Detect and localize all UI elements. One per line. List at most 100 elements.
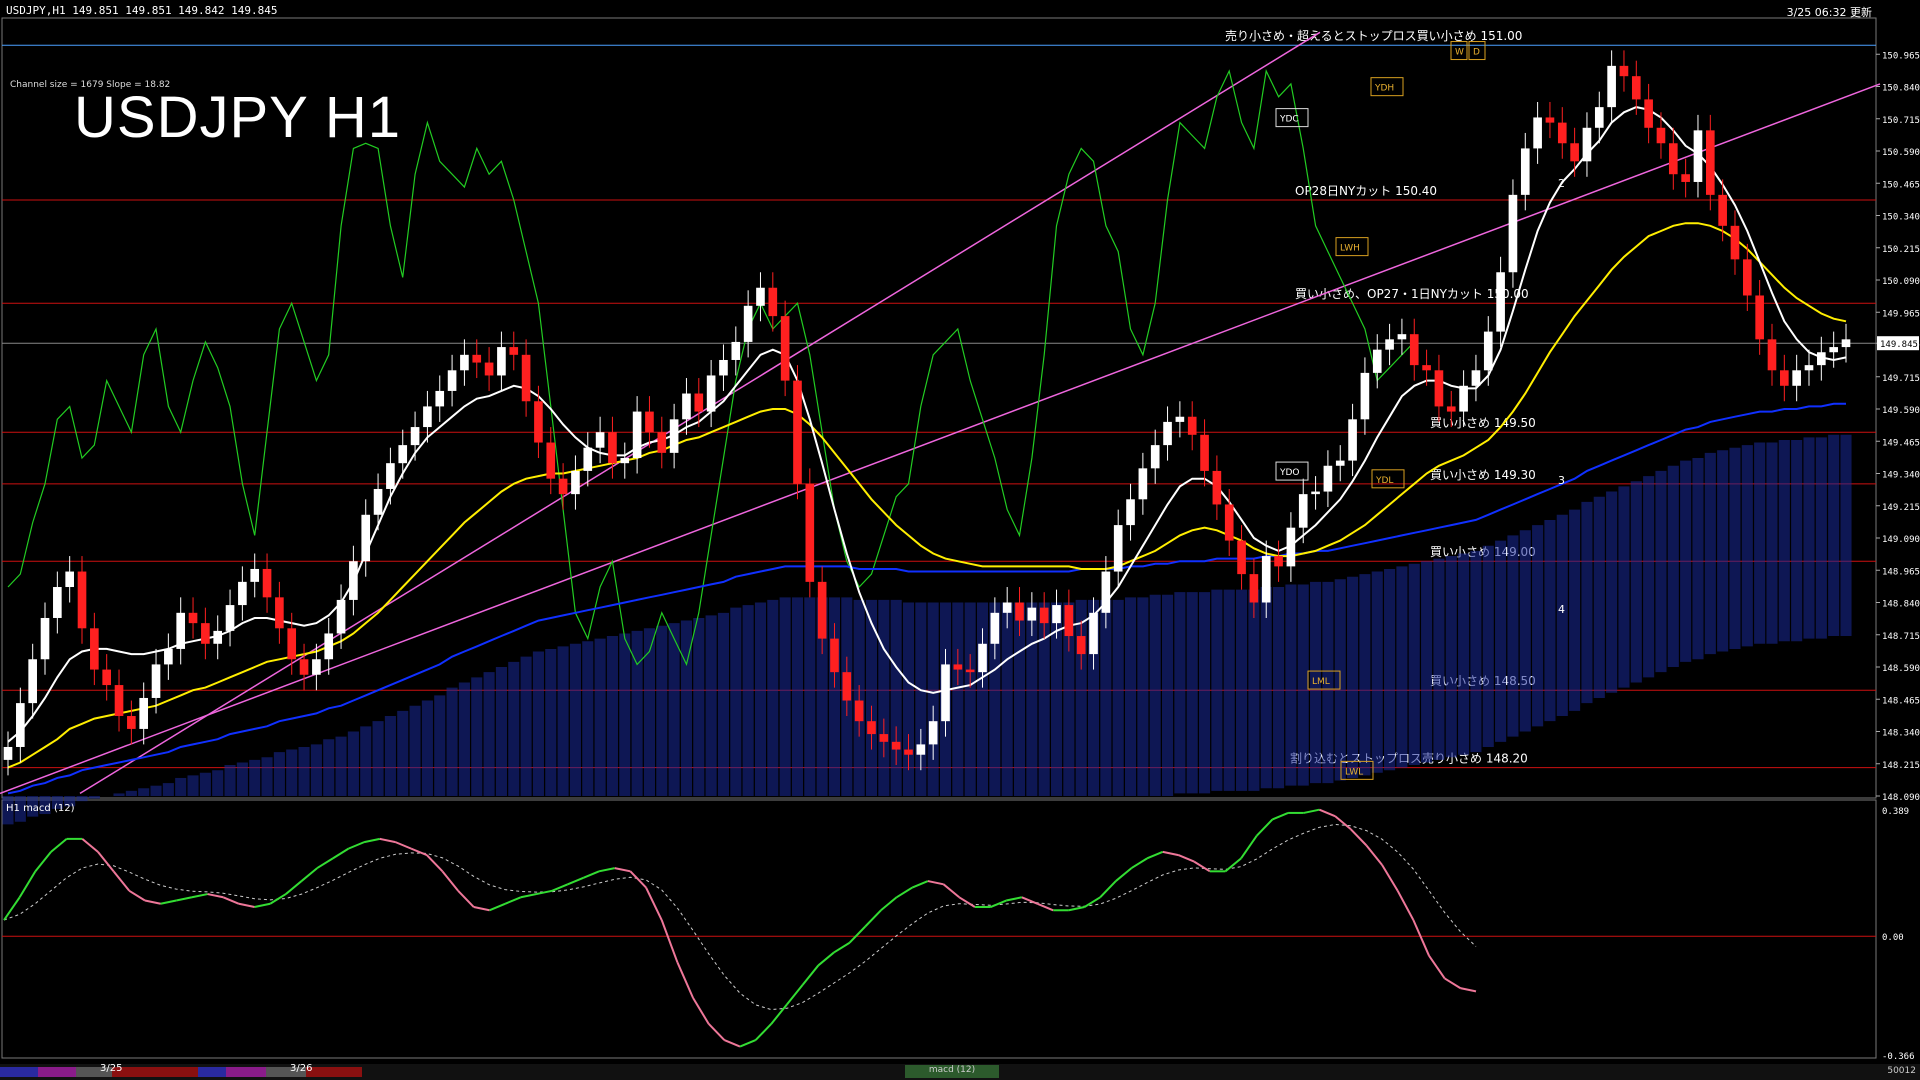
candle-body	[891, 741, 901, 750]
macd-segment	[112, 870, 131, 892]
candle-body	[275, 597, 284, 629]
indicator-tab[interactable]: macd (12)	[905, 1065, 999, 1078]
candle-body	[1335, 460, 1345, 466]
candle-body	[1557, 122, 1567, 144]
candle-body	[682, 393, 691, 420]
level-box-label: LWH	[1340, 244, 1360, 254]
price-tick-label: 148.590	[1882, 664, 1920, 674]
date-label-2: 3/26	[290, 1063, 313, 1074]
candle-body	[916, 744, 926, 755]
candle-body	[904, 749, 913, 755]
chart-canvas: 150.965 150.840 150.715 150.590 150.465 150.3…	[0, 17, 1920, 1062]
macd-segment	[1099, 880, 1117, 898]
candle-body	[879, 734, 889, 742]
price-tick-label: 150.840	[1882, 84, 1920, 94]
candle-body	[1817, 352, 1826, 366]
macd-segment	[927, 880, 944, 886]
macd-segment	[1412, 919, 1430, 957]
candle-body	[534, 401, 543, 443]
candle-body	[1064, 605, 1074, 637]
candle-body	[1829, 347, 1838, 353]
price-level-label: OP28日NYカット 150.40	[1295, 184, 1437, 198]
candle-body	[472, 354, 482, 363]
price-tick-label: 150.715	[1882, 116, 1920, 126]
price-tick-label: 150.965	[1882, 51, 1920, 61]
candle-body	[743, 305, 753, 342]
macd-segment	[520, 893, 537, 899]
macd-segment	[238, 902, 255, 909]
price-tick-label: 149.215	[1882, 503, 1920, 513]
price-tick-label: 148.965	[1882, 567, 1920, 577]
candle-body	[1594, 107, 1604, 128]
price-tick-label: 148.090	[1882, 793, 1920, 803]
candle-body	[1668, 143, 1678, 175]
candle-body	[460, 354, 469, 371]
candle-body	[1187, 416, 1197, 435]
level-box: YDL	[1371, 469, 1405, 489]
ichimoku-cloud	[2, 434, 1852, 825]
macd-segment	[911, 880, 929, 889]
candle-body	[176, 612, 186, 649]
candle-body	[1360, 372, 1370, 420]
macd-segment	[1068, 906, 1085, 912]
macd-segment	[176, 896, 193, 902]
level-box: W	[1450, 41, 1468, 61]
macd-segment	[34, 851, 52, 872]
candle-body	[830, 638, 839, 673]
macd-segment	[896, 886, 913, 899]
macd-segment	[1006, 896, 1023, 902]
macd-segment	[426, 854, 444, 873]
price-tick-label: 149.090	[1882, 535, 1920, 545]
candle-body	[423, 406, 432, 428]
candle-body	[1200, 434, 1209, 471]
macd-segment	[567, 876, 584, 886]
candle-body	[28, 659, 37, 704]
symbol-info: USDJPY,H1 149.851 149.851 149.842 149.84…	[6, 4, 278, 17]
candle-body	[608, 432, 617, 464]
date-label-1: 3/25	[100, 1063, 123, 1074]
candle-body	[1372, 349, 1382, 373]
candle-body	[657, 432, 667, 453]
candle-body	[1101, 571, 1111, 613]
candle-body	[1397, 334, 1407, 340]
candle-body	[1113, 525, 1123, 572]
macd-segment	[1115, 867, 1133, 882]
candle-body	[509, 347, 519, 355]
level-box: D	[1468, 41, 1486, 61]
candle-body	[1286, 527, 1296, 567]
macd-segment	[598, 867, 615, 873]
level-box-label: W	[1455, 48, 1464, 58]
level-box: YDH	[1370, 77, 1404, 97]
candle-body	[1841, 339, 1851, 348]
candle-body	[854, 700, 864, 722]
candle-body	[645, 411, 654, 433]
candle-body	[1015, 602, 1024, 621]
candle-body	[1052, 605, 1061, 624]
candle-body	[373, 488, 383, 515]
candle-body	[1237, 540, 1246, 575]
macd-segment	[207, 893, 224, 899]
price-tick-label: 149.965	[1882, 309, 1920, 319]
candle-body	[447, 370, 457, 391]
candle-body	[558, 478, 568, 495]
macd-segment	[754, 1023, 773, 1041]
macd-segment	[1460, 987, 1477, 993]
candle-body	[1619, 65, 1629, 77]
candle-body	[1274, 556, 1283, 567]
candle-body	[164, 648, 173, 665]
candle-body	[1582, 127, 1592, 162]
candle-body	[768, 287, 778, 317]
macd-segment	[222, 896, 240, 905]
level-box-label: LML	[1312, 677, 1330, 687]
candle-body	[1631, 76, 1641, 100]
candle-body	[1570, 143, 1579, 162]
candle-body	[287, 628, 297, 660]
candle-body	[1224, 504, 1234, 541]
candle-body	[361, 514, 371, 562]
macd-segment	[379, 837, 396, 844]
candle-body	[1755, 295, 1764, 340]
macd-segment	[848, 925, 866, 944]
candle-body	[484, 362, 494, 376]
macd-segment	[128, 889, 146, 902]
level-box-label: LWL	[1345, 767, 1363, 777]
